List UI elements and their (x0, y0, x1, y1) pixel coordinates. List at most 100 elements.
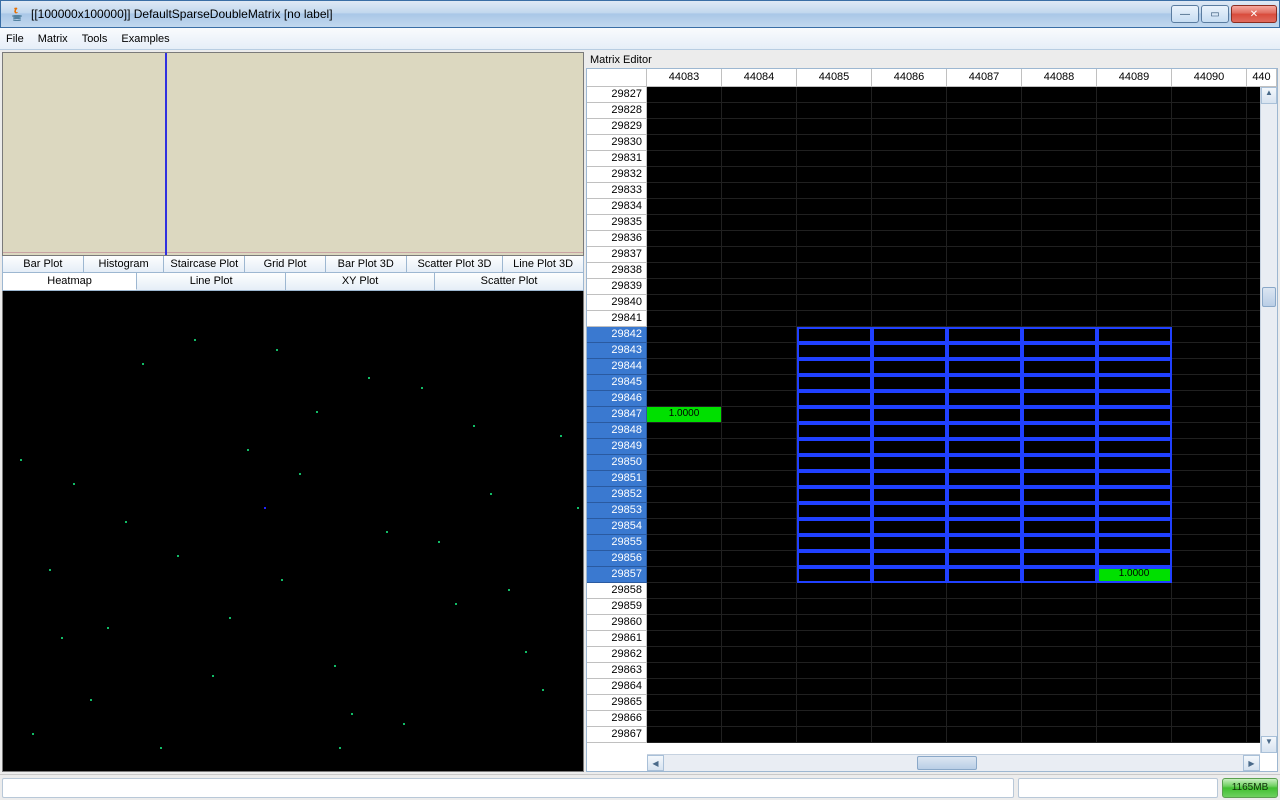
cell[interactable] (947, 615, 1022, 631)
cell[interactable] (1097, 439, 1172, 455)
tab-bar-plot-3d[interactable]: Bar Plot 3D (326, 256, 407, 272)
cell[interactable] (1097, 343, 1172, 359)
cell[interactable] (1172, 503, 1247, 519)
tab-heatmap[interactable]: Heatmap (3, 273, 137, 290)
cell[interactable] (647, 567, 722, 583)
cell[interactable] (722, 295, 797, 311)
row-header[interactable]: 29845 (587, 375, 647, 391)
cell[interactable] (1097, 247, 1172, 263)
cell[interactable] (797, 391, 872, 407)
cell[interactable] (947, 535, 1022, 551)
menu-file[interactable]: File (6, 33, 24, 45)
cell[interactable] (1097, 295, 1172, 311)
cell[interactable] (1097, 711, 1172, 727)
cell[interactable] (1022, 343, 1097, 359)
cell[interactable] (722, 183, 797, 199)
menu-examples[interactable]: Examples (121, 33, 169, 45)
cell[interactable] (947, 311, 1022, 327)
row-header[interactable]: 29836 (587, 231, 647, 247)
cell[interactable] (797, 311, 872, 327)
cell[interactable] (797, 327, 872, 343)
cell[interactable] (1022, 599, 1097, 615)
cell[interactable] (1097, 615, 1172, 631)
cell[interactable] (722, 487, 797, 503)
cell[interactable] (1097, 583, 1172, 599)
cell[interactable] (1022, 263, 1097, 279)
cell[interactable] (797, 615, 872, 631)
cell[interactable] (872, 103, 947, 119)
cell[interactable] (1172, 183, 1247, 199)
row-header[interactable]: 29866 (587, 711, 647, 727)
cell[interactable] (1097, 167, 1172, 183)
cell[interactable] (1022, 455, 1097, 471)
menu-tools[interactable]: Tools (82, 33, 108, 45)
cell[interactable] (947, 359, 1022, 375)
scroll-up-button[interactable]: ▲ (1261, 87, 1277, 104)
cell[interactable] (797, 119, 872, 135)
cell[interactable] (947, 503, 1022, 519)
cell[interactable] (647, 391, 722, 407)
cell[interactable] (722, 471, 797, 487)
cell[interactable] (872, 87, 947, 103)
cell[interactable] (1097, 679, 1172, 695)
row-header[interactable]: 29833 (587, 183, 647, 199)
cell[interactable] (1022, 583, 1097, 599)
cell[interactable] (722, 679, 797, 695)
tab-scatter-plot-3d[interactable]: Scatter Plot 3D (407, 256, 504, 272)
col-header[interactable]: 44087 (947, 69, 1022, 87)
cell[interactable] (797, 679, 872, 695)
cell[interactable] (647, 711, 722, 727)
cell[interactable] (947, 711, 1022, 727)
cell[interactable] (722, 375, 797, 391)
cell[interactable] (947, 343, 1022, 359)
row-header[interactable]: 29851 (587, 471, 647, 487)
row-header[interactable]: 29838 (587, 263, 647, 279)
cell[interactable] (1097, 503, 1172, 519)
cell[interactable] (647, 87, 722, 103)
cell[interactable] (797, 583, 872, 599)
cell[interactable] (1022, 647, 1097, 663)
cell[interactable] (872, 647, 947, 663)
cell[interactable] (797, 711, 872, 727)
cell[interactable] (797, 647, 872, 663)
cell[interactable] (1097, 519, 1172, 535)
cell[interactable] (797, 135, 872, 151)
cell[interactable] (1022, 311, 1097, 327)
cell[interactable] (647, 583, 722, 599)
cell[interactable] (1097, 279, 1172, 295)
cell[interactable] (647, 615, 722, 631)
cell[interactable] (872, 455, 947, 471)
cell[interactable] (872, 695, 947, 711)
row-header[interactable]: 29827 (587, 87, 647, 103)
cell[interactable] (797, 279, 872, 295)
cell[interactable] (1172, 727, 1247, 743)
cell[interactable] (947, 599, 1022, 615)
cell[interactable] (722, 199, 797, 215)
cell[interactable] (872, 263, 947, 279)
cell[interactable] (722, 311, 797, 327)
cell[interactable] (797, 247, 872, 263)
row-header[interactable]: 29858 (587, 583, 647, 599)
overview-plot[interactable] (2, 52, 584, 256)
cell[interactable] (1097, 327, 1172, 343)
cell[interactable] (1097, 199, 1172, 215)
cell[interactable] (872, 167, 947, 183)
col-header[interactable]: 44086 (872, 69, 947, 87)
cell[interactable] (1172, 679, 1247, 695)
cell[interactable] (872, 487, 947, 503)
cell[interactable] (872, 135, 947, 151)
cell[interactable] (647, 247, 722, 263)
scroll-down-button[interactable]: ▼ (1261, 736, 1277, 753)
cell[interactable] (947, 631, 1022, 647)
cell[interactable] (1172, 343, 1247, 359)
cell[interactable] (722, 391, 797, 407)
cell[interactable] (1172, 295, 1247, 311)
tab-grid-plot[interactable]: Grid Plot (245, 256, 326, 272)
cell[interactable] (647, 727, 722, 743)
cell[interactable] (647, 311, 722, 327)
cell[interactable] (1022, 359, 1097, 375)
cell[interactable] (797, 567, 872, 583)
cell[interactable] (947, 87, 1022, 103)
cell[interactable] (872, 183, 947, 199)
cell[interactable] (947, 423, 1022, 439)
